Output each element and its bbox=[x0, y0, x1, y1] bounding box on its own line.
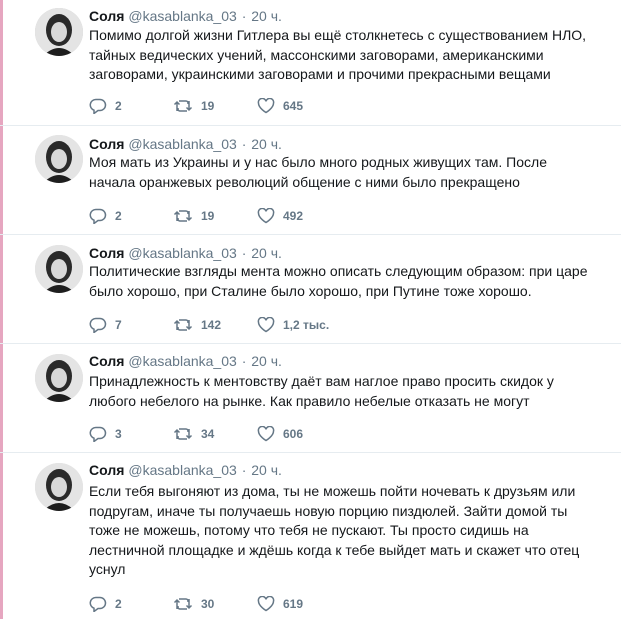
separator-dot: · bbox=[241, 353, 247, 369]
user-handle[interactable]: @kasablanka_03 bbox=[128, 353, 236, 369]
reply-button[interactable]: 3 bbox=[89, 426, 173, 442]
user-handle[interactable]: @kasablanka_03 bbox=[128, 245, 236, 261]
user-name[interactable]: Соля bbox=[89, 8, 124, 24]
reply-count: 7 bbox=[115, 318, 122, 332]
like-count: 606 bbox=[283, 427, 304, 441]
user-name[interactable]: Соля bbox=[89, 245, 124, 261]
heart-icon bbox=[257, 98, 275, 114]
retweet-count: 19 bbox=[201, 209, 215, 223]
reply-count: 3 bbox=[115, 427, 122, 441]
retweet-icon bbox=[173, 100, 193, 112]
tweet-actions: 7 142 1,2 тыс. bbox=[89, 315, 357, 335]
timestamp[interactable]: 20 ч. bbox=[251, 245, 282, 261]
heart-icon bbox=[257, 426, 275, 442]
reply-button[interactable]: 2 bbox=[89, 208, 173, 224]
retweet-icon bbox=[173, 319, 193, 331]
tweet-text: Принадлежность к ментовству даёт вам наг… bbox=[89, 373, 554, 409]
tweet-header: Соля @kasablanka_03 · 20 ч. bbox=[89, 7, 282, 25]
heart-icon bbox=[257, 317, 275, 333]
tweet[interactable]: Соля @kasablanka_03 · 20 ч. Принадлежност… bbox=[0, 344, 621, 453]
tweet-text: Политические взгляды мента можно описать… bbox=[89, 263, 588, 299]
tweet-header: Соля @kasablanka_03 · 20 ч. bbox=[89, 135, 282, 153]
retweet-button[interactable]: 19 bbox=[173, 99, 257, 113]
reply-icon bbox=[89, 426, 107, 442]
avatar[interactable] bbox=[35, 354, 83, 402]
retweet-button[interactable]: 142 bbox=[173, 318, 257, 332]
tweet[interactable]: Соля @kasablanka_03 · 20 ч. Помимо долгой… bbox=[0, 0, 621, 126]
tweet[interactable]: Соля @kasablanka_03 · 20 ч. Политические … bbox=[0, 235, 621, 344]
heart-icon bbox=[257, 208, 275, 224]
like-button[interactable]: 645 bbox=[257, 98, 357, 114]
reply-icon bbox=[89, 98, 107, 114]
tweet-header: Соля @kasablanka_03 · 20 ч. bbox=[89, 461, 282, 479]
reply-icon bbox=[89, 596, 107, 612]
avatar[interactable] bbox=[35, 8, 83, 56]
retweet-button[interactable]: 30 bbox=[173, 597, 257, 611]
like-button[interactable]: 1,2 тыс. bbox=[257, 317, 357, 333]
retweet-icon bbox=[173, 210, 193, 222]
like-button[interactable]: 492 bbox=[257, 208, 357, 224]
reply-button[interactable]: 7 bbox=[89, 317, 173, 333]
like-button[interactable]: 606 bbox=[257, 426, 357, 442]
tweet[interactable]: Соля @kasablanka_03 · 20 ч. Моя мать из У… bbox=[0, 126, 621, 235]
tweet-header: Соля @kasablanka_03 · 20 ч. bbox=[89, 244, 282, 262]
avatar[interactable] bbox=[35, 135, 83, 183]
tweet-actions: 2 19 492 bbox=[89, 206, 357, 226]
reply-button[interactable]: 2 bbox=[89, 98, 173, 114]
reply-count: 2 bbox=[115, 209, 122, 223]
tweet-header: Соля @kasablanka_03 · 20 ч. bbox=[89, 352, 282, 370]
reply-icon bbox=[89, 208, 107, 224]
tweet[interactable]: Соля @kasablanka_03 · 20 ч. Если тебя выг… bbox=[0, 453, 621, 619]
timestamp[interactable]: 20 ч. bbox=[251, 8, 282, 24]
reply-button[interactable]: 2 bbox=[89, 596, 173, 612]
retweet-count: 30 bbox=[201, 597, 215, 611]
tweet-text: Помимо долгой жизни Гитлера вы ещё столк… bbox=[89, 27, 587, 82]
retweet-count: 19 bbox=[201, 99, 215, 113]
tweet-actions: 2 30 619 bbox=[89, 594, 357, 614]
user-name[interactable]: Соля bbox=[89, 353, 124, 369]
retweet-button[interactable]: 34 bbox=[173, 427, 257, 441]
separator-dot: · bbox=[241, 8, 247, 24]
timestamp[interactable]: 20 ч. bbox=[251, 353, 282, 369]
reply-count: 2 bbox=[115, 99, 122, 113]
retweet-count: 142 bbox=[201, 318, 222, 332]
avatar[interactable] bbox=[35, 463, 83, 511]
avatar[interactable] bbox=[35, 245, 83, 293]
like-button[interactable]: 619 bbox=[257, 596, 357, 612]
like-count: 492 bbox=[283, 209, 304, 223]
user-name[interactable]: Соля bbox=[89, 136, 124, 152]
heart-icon bbox=[257, 596, 275, 612]
retweet-count: 34 bbox=[201, 427, 215, 441]
reply-count: 2 bbox=[115, 597, 122, 611]
tweet-actions: 3 34 606 bbox=[89, 424, 357, 444]
retweet-button[interactable]: 19 bbox=[173, 209, 257, 223]
timestamp[interactable]: 20 ч. bbox=[251, 462, 282, 478]
user-handle[interactable]: @kasablanka_03 bbox=[128, 136, 236, 152]
like-count: 1,2 тыс. bbox=[283, 318, 330, 332]
separator-dot: · bbox=[241, 245, 247, 261]
like-count: 645 bbox=[283, 99, 304, 113]
like-count: 619 bbox=[283, 597, 304, 611]
separator-dot: · bbox=[241, 136, 247, 152]
tweet-text: Если тебя выгоняют из дома, ты не можешь… bbox=[89, 483, 580, 577]
retweet-icon bbox=[173, 598, 193, 610]
separator-dot: · bbox=[241, 462, 247, 478]
tweet-text: Моя мать из Украины и у нас было много р… bbox=[89, 154, 547, 190]
timestamp[interactable]: 20 ч. bbox=[251, 136, 282, 152]
reply-icon bbox=[89, 317, 107, 333]
user-handle[interactable]: @kasablanka_03 bbox=[128, 8, 236, 24]
tweet-actions: 2 19 645 bbox=[89, 96, 357, 116]
user-handle[interactable]: @kasablanka_03 bbox=[128, 462, 236, 478]
retweet-icon bbox=[173, 428, 193, 440]
user-name[interactable]: Соля bbox=[89, 462, 124, 478]
